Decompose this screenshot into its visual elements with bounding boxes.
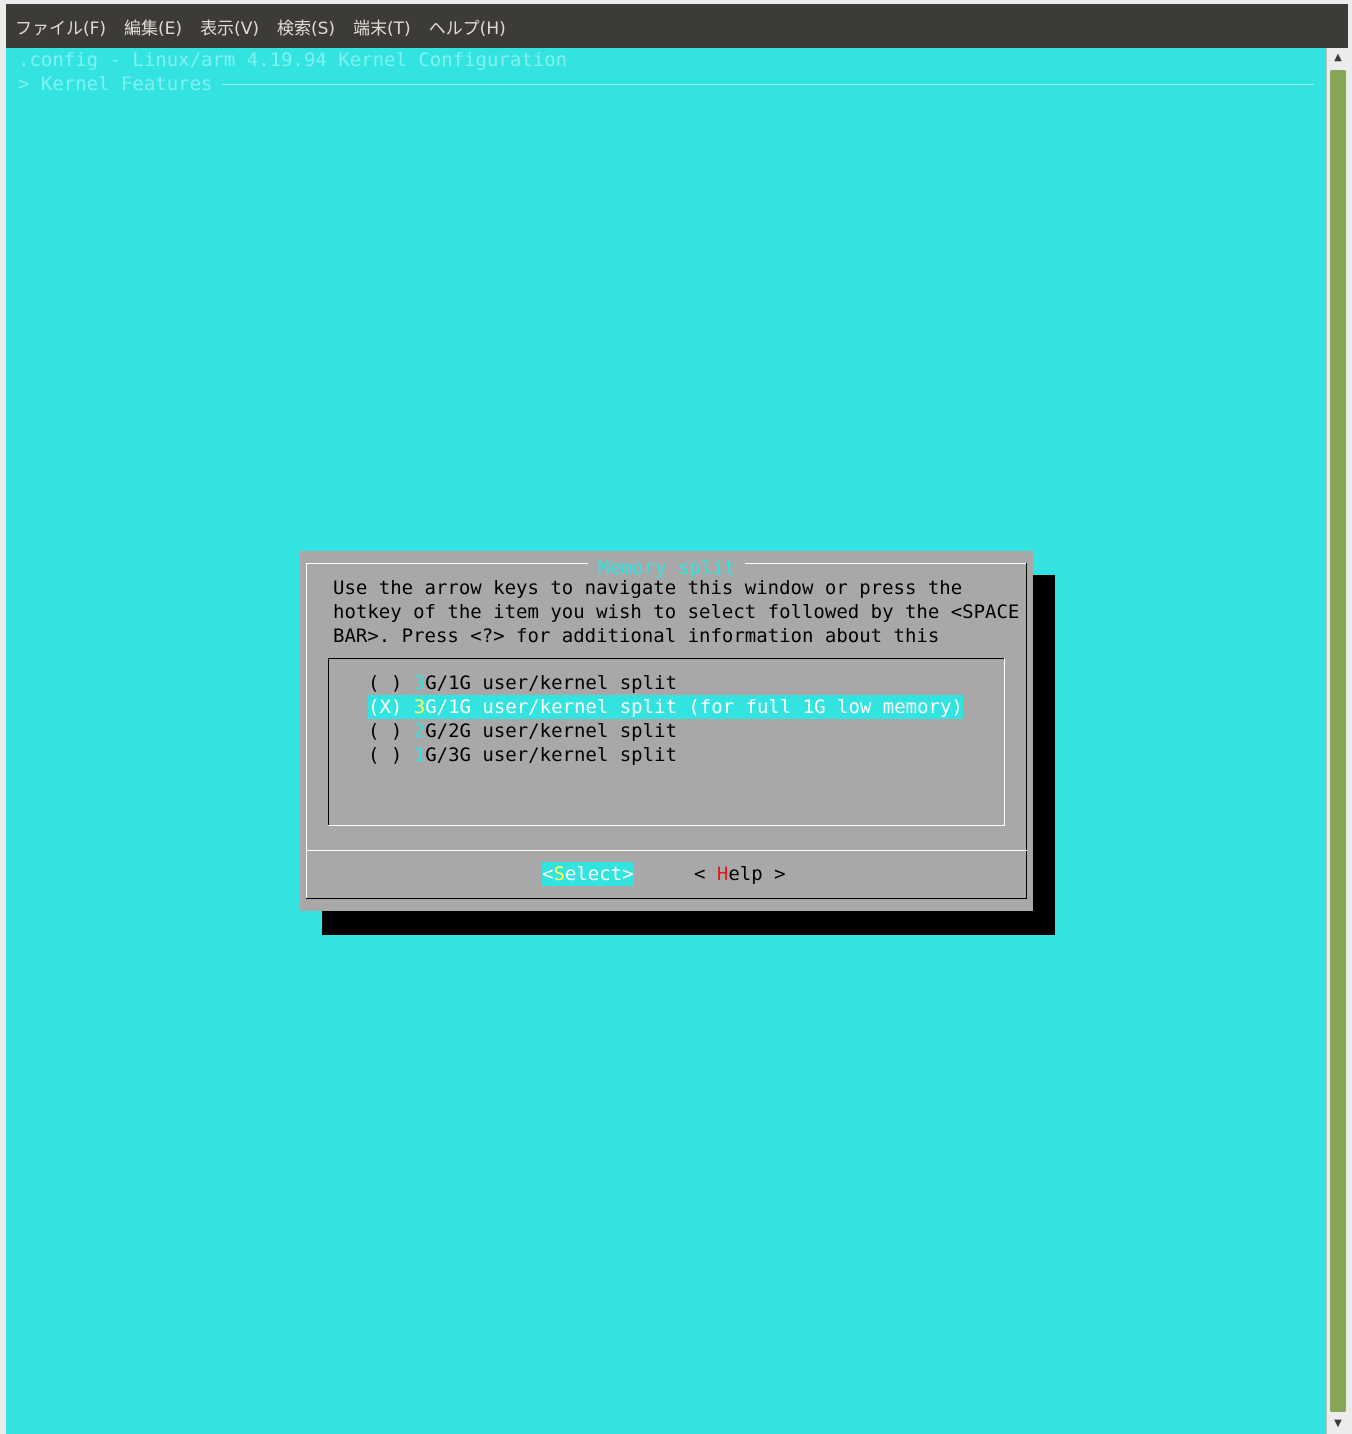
select-rest: elect> bbox=[564, 863, 634, 885]
instruction-line-1: Use the arrow keys to navigate this wind… bbox=[333, 577, 963, 599]
breadcrumb-divider bbox=[222, 84, 1314, 85]
option-hotkey: 3 bbox=[413, 696, 426, 718]
menu-search[interactable]: 検索(S) bbox=[268, 14, 344, 39]
radio-marker: ( ) bbox=[368, 720, 403, 742]
vertical-scrollbar[interactable]: ▲ ▼ bbox=[1326, 48, 1349, 1434]
menu-terminal[interactable]: 端末(T) bbox=[344, 14, 420, 39]
help-button[interactable]: < Help > bbox=[694, 862, 786, 886]
dialog-border-bottom bbox=[306, 898, 1027, 899]
memory-split-dialog: Memory split Use the arrow keys to navig… bbox=[300, 551, 1033, 911]
menu-help[interactable]: ヘルプ(H) bbox=[420, 14, 515, 39]
scroll-thumb[interactable] bbox=[1330, 70, 1346, 1412]
menu-file[interactable]: ファイル(F) bbox=[6, 14, 115, 39]
option-label: G/1G user/kernel split bbox=[425, 672, 677, 694]
option-1g3g[interactable]: ( ) 1G/3G user/kernel split bbox=[368, 743, 677, 767]
option-3g1g-lowmem[interactable]: (X) 3G/1G user/kernel split (for full 1G… bbox=[368, 695, 963, 719]
option-hotkey: 1 bbox=[413, 744, 426, 766]
scroll-up-arrow-icon[interactable]: ▲ bbox=[1327, 48, 1349, 68]
menu-bar: ファイル(F) 編集(E) 表示(V) 検索(S) 端末(T) ヘルプ(H) bbox=[6, 4, 1348, 48]
option-hotkey: 2 bbox=[413, 720, 426, 742]
instruction-line-2: hotkey of the item you wish to select fo… bbox=[333, 601, 1020, 623]
radio-marker: (X) bbox=[368, 696, 403, 718]
option-3g1g[interactable]: ( ) 3G/1G user/kernel split bbox=[368, 671, 677, 695]
listbox-border-bottom bbox=[328, 825, 1005, 826]
listbox-border-right bbox=[1004, 658, 1005, 826]
dialog-border-left bbox=[306, 563, 307, 899]
scroll-down-arrow-icon[interactable]: ▼ bbox=[1327, 1414, 1349, 1434]
select-open: < bbox=[542, 863, 554, 885]
dialog-border-right bbox=[1026, 563, 1027, 899]
listbox-border-left bbox=[328, 658, 329, 826]
radio-marker: ( ) bbox=[368, 744, 403, 766]
select-button[interactable]: <Select> bbox=[542, 862, 634, 886]
listbox-border-top bbox=[328, 658, 1005, 659]
button-separator bbox=[306, 850, 1027, 851]
radio-marker: ( ) bbox=[368, 672, 403, 694]
option-label: G/3G user/kernel split bbox=[425, 744, 677, 766]
config-title: .config - Linux/arm 4.19.94 Kernel Confi… bbox=[18, 49, 568, 71]
menu-view[interactable]: 表示(V) bbox=[191, 14, 268, 39]
menu-edit[interactable]: 編集(E) bbox=[115, 14, 191, 39]
instruction-line-3: BAR>. Press <?> for additional informati… bbox=[333, 625, 940, 647]
select-hotkey: S bbox=[553, 863, 565, 885]
options-listbox[interactable]: ( ) 3G/1G user/kernel split (X) 3G/1G us… bbox=[328, 658, 1005, 826]
help-open: < bbox=[694, 863, 717, 885]
help-hotkey: H bbox=[716, 863, 729, 885]
breadcrumb-row: > Kernel Features bbox=[18, 72, 1314, 96]
terminal-window: ファイル(F) 編集(E) 表示(V) 検索(S) 端末(T) ヘルプ(H) .… bbox=[0, 0, 1352, 1434]
terminal-area[interactable]: .config - Linux/arm 4.19.94 Kernel Confi… bbox=[6, 48, 1326, 1434]
help-rest: elp > bbox=[728, 863, 786, 885]
option-label: G/2G user/kernel split bbox=[425, 720, 677, 742]
breadcrumb: > Kernel Features bbox=[18, 73, 213, 95]
option-label: G/1G user/kernel split (for full 1G low … bbox=[425, 696, 963, 718]
option-2g2g[interactable]: ( ) 2G/2G user/kernel split bbox=[368, 719, 677, 743]
option-hotkey: 3 bbox=[413, 672, 426, 694]
